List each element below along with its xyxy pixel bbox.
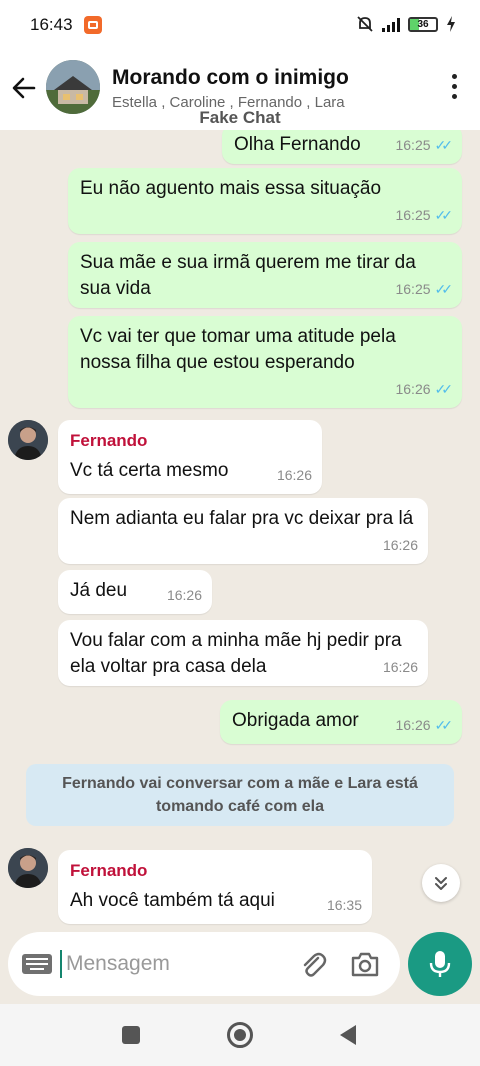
mic-button[interactable] <box>408 932 472 996</box>
message-text: Vou falar com a minha mãe hj pedir pra e… <box>70 630 402 677</box>
watermark: Fake Chat <box>199 108 281 127</box>
message-text: Vc vai ter que tomar uma atitude pela no… <box>80 326 396 373</box>
incoming-message[interactable]: Vou falar com a minha mãe hj pedir pra e… <box>58 620 428 686</box>
message-meta: 16:25 ✓✓ <box>395 276 454 302</box>
camera-icon[interactable] <box>350 950 380 978</box>
sender-avatar[interactable] <box>8 420 48 460</box>
charging-icon <box>447 16 455 32</box>
incoming-message[interactable]: Fernando Vc tá certa mesmo 16:26 <box>58 420 322 494</box>
signal-icon <box>382 16 400 32</box>
sender-name[interactable]: Fernando <box>70 428 310 454</box>
outgoing-message[interactable]: Vc vai ter que tomar uma atitude pela no… <box>68 316 462 408</box>
read-ticks-icon: ✓✓ <box>434 137 454 153</box>
message-meta: 16:25 ✓✓ <box>395 202 454 228</box>
outgoing-message[interactable]: Eu não aguento mais essa situação 16:25 ✓… <box>68 168 462 234</box>
read-ticks-icon: ✓✓ <box>434 717 454 733</box>
sender-avatar[interactable] <box>8 848 48 888</box>
message-time: 16:26 <box>276 467 312 483</box>
message-time: 16:26 <box>395 717 431 733</box>
status-bar: 16:43 36 <box>0 0 480 52</box>
incoming-message[interactable]: Nem adianta eu falar pra vc deixar pra l… <box>58 498 428 564</box>
recent-apps-icon[interactable] <box>122 1026 140 1044</box>
message-meta: 16:26 <box>277 462 312 488</box>
message-time: 16:25 <box>395 281 431 297</box>
status-time: 16:43 <box>30 15 73 34</box>
attach-icon[interactable] <box>298 950 328 980</box>
scroll-down-button[interactable] <box>422 864 460 902</box>
more-vert-icon[interactable] <box>450 74 458 102</box>
battery-level: 36 <box>417 18 429 30</box>
message-meta: 16:26 <box>167 582 202 608</box>
status-icons: 36 <box>356 15 456 33</box>
outgoing-message[interactable]: Sua mãe e sua irmã querem me tirar da su… <box>68 242 462 308</box>
message-time: 16:26 <box>382 537 418 553</box>
message-time: 16:26 <box>166 587 202 603</box>
message-time: 16:26 <box>382 659 418 675</box>
message-time: 16:26 <box>395 381 431 397</box>
message-text: Eu não aguento mais essa situação <box>80 178 382 199</box>
chat-title[interactable]: Morando com o inimigo <box>112 66 349 90</box>
scroll-down-icon <box>435 877 447 890</box>
message-text: Vc tá certa mesmo <box>70 460 229 481</box>
message-meta: 16:26 <box>383 532 418 558</box>
message-time: 16:25 <box>395 207 431 223</box>
read-ticks-icon: ✓✓ <box>434 381 454 397</box>
mic-icon <box>429 951 451 977</box>
sender-name[interactable]: Fernando <box>70 858 360 884</box>
text-cursor <box>60 950 62 978</box>
message-text: Nem adianta eu falar pra vc deixar pra l… <box>70 508 414 529</box>
message-meta: 16:25 ✓✓ <box>395 132 454 158</box>
incoming-message[interactable]: Fernando Ah você também tá aqui 16:35 <box>58 850 372 924</box>
message-text: Sua mãe e sua irmã querem me tirar da su… <box>80 252 416 299</box>
system-message: Fernando vai conversar com a mãe e Lara … <box>26 764 454 826</box>
nav-back-icon[interactable] <box>340 1025 356 1045</box>
message-meta: 16:26 <box>383 654 418 680</box>
read-ticks-icon: ✓✓ <box>434 207 454 223</box>
home-icon[interactable] <box>227 1022 253 1048</box>
message-list[interactable]: Olha Fernando 16:25 ✓✓ Eu não aguento mai… <box>0 130 480 930</box>
incoming-message[interactable]: Já deu 16:26 <box>58 570 212 614</box>
message-meta: 16:26 ✓✓ <box>395 712 454 738</box>
outgoing-message[interactable]: Obrigada amor 16:26 ✓✓ <box>220 700 462 744</box>
message-input[interactable] <box>66 948 286 980</box>
group-avatar[interactable] <box>46 60 100 114</box>
battery-icon: 36 <box>408 16 438 32</box>
message-meta: 16:35 <box>327 892 362 918</box>
system-nav-bar <box>0 1004 480 1066</box>
message-composer <box>8 932 400 996</box>
message-meta: 16:26 ✓✓ <box>395 376 454 402</box>
message-time: 16:25 <box>395 137 431 153</box>
message-text: Ah você também tá aqui <box>70 890 275 911</box>
screen-record-icon <box>84 16 102 34</box>
keyboard-icon[interactable] <box>22 954 52 974</box>
outgoing-message[interactable]: Olha Fernando 16:25 ✓✓ <box>222 130 462 164</box>
back-arrow-icon[interactable] <box>10 74 38 102</box>
message-time: 16:35 <box>326 897 362 913</box>
read-ticks-icon: ✓✓ <box>434 281 454 297</box>
mute-icon <box>357 16 373 32</box>
